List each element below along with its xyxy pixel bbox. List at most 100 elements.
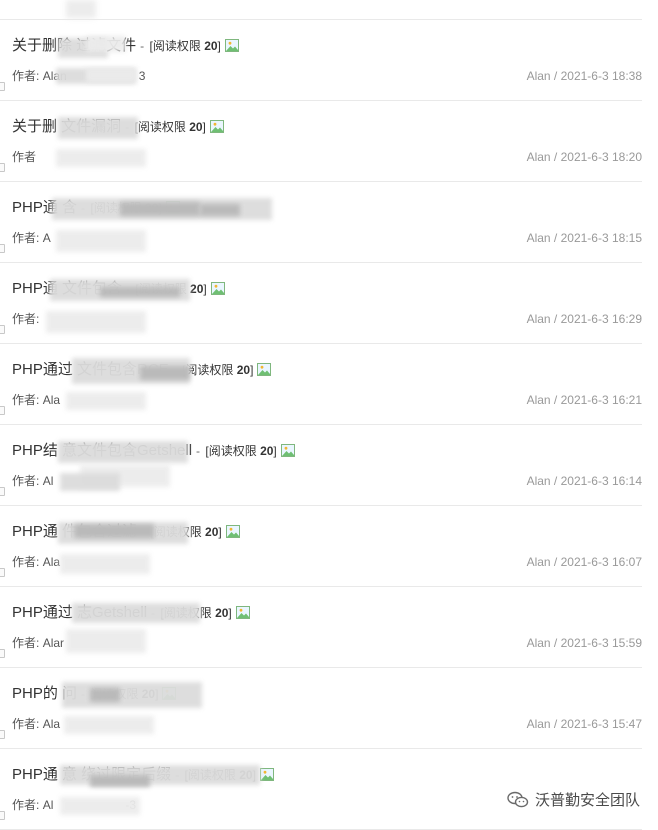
row-checkbox[interactable]	[0, 163, 5, 172]
thread-row: PHP通 含- [阅读权限 20]作者: AAlan / 2021-6-3 18…	[0, 182, 642, 263]
redacted-area	[66, 629, 146, 653]
title-separator: -	[196, 444, 201, 458]
last-post-info[interactable]: Alan / 2021-6-3 15:47	[527, 716, 642, 732]
perm-close: ]	[203, 282, 207, 296]
row-checkbox[interactable]	[0, 649, 5, 658]
redacted-area	[86, 68, 136, 82]
perm-value: 20	[189, 120, 203, 134]
redacted-area	[90, 775, 150, 787]
perm-label: [阅读权限	[182, 363, 237, 377]
image-attachment-icon	[225, 525, 240, 538]
row-checkbox[interactable]	[0, 730, 5, 739]
row-checkbox[interactable]	[0, 487, 5, 496]
redacted-area	[60, 797, 140, 815]
redacted-area	[60, 554, 150, 574]
thread-row: PHP通 文件包含- [阅读权限 20]作者: Alan / 2021-6-3 …	[0, 263, 642, 344]
row-checkbox[interactable]	[0, 811, 5, 820]
redacted-area	[64, 716, 154, 734]
author-name[interactable]: Ala	[43, 717, 60, 731]
row-checkbox[interactable]	[0, 244, 5, 253]
image-attachment-icon	[210, 282, 225, 295]
thread-row: 关于删除 过滤文件- [阅读权限 20]作者: Alan3Alan / 2021…	[0, 20, 642, 101]
redacted-area	[72, 603, 200, 623]
perm-close: ]	[218, 525, 222, 539]
perm-close: ]	[228, 606, 232, 620]
redacted-area	[90, 688, 120, 702]
title-separator: -	[140, 39, 145, 53]
perm-value: 20	[205, 525, 219, 539]
redacted-area	[66, 0, 96, 18]
row-checkbox[interactable]	[0, 325, 5, 334]
perm-value: 20	[215, 606, 229, 620]
author-label: 作者:	[12, 474, 40, 488]
thread-row: PHP通 件包含过滤- [阅读权限 20]作者: AlaAlan / 2021-…	[0, 506, 642, 587]
perm-close: ]	[202, 120, 206, 134]
image-attachment-icon	[280, 444, 295, 457]
row-checkbox[interactable]	[0, 406, 5, 415]
author-name[interactable]: Ala	[43, 393, 60, 407]
thread-row: PHP通过 文件包含RCE- [阅读权限 20]作者: AlaAlan / 20…	[0, 344, 642, 425]
row-checkbox[interactable]	[0, 568, 5, 577]
author-label: 作者:	[12, 231, 40, 245]
last-post-info[interactable]: Alan / 2021-6-3 18:15	[527, 230, 642, 246]
redacted-area	[58, 441, 188, 463]
last-post-info[interactable]: Alan / 2021-6-3 15:59	[527, 635, 642, 651]
image-attachment-icon	[235, 606, 250, 619]
thread-row: PHP结 意文件包含Getshell- [阅读权限 20]作者: AlAlan …	[0, 425, 642, 506]
author-name[interactable]: Alar	[43, 636, 64, 650]
perm-value: 20	[260, 444, 274, 458]
row-checkbox[interactable]	[0, 82, 5, 91]
last-post-info[interactable]: Alan / 2021-6-3 16:29	[527, 311, 642, 327]
thread-row: PHP通过 志Getshell- [阅读权限 20]作者: AlarAlan /…	[0, 587, 642, 668]
author-name[interactable]: Al	[43, 474, 54, 488]
author-label: 作者	[12, 150, 37, 164]
read-permission-tag: [阅读权限 20]	[202, 444, 277, 458]
last-post-info[interactable]: Alan / 2021-6-3 16:07	[527, 554, 642, 570]
redacted-area	[66, 392, 146, 410]
author-label: 作者:	[12, 312, 40, 326]
thread-row: PHP的 问- 阅读权限 20]作者: AlaAlan / 2021-6-3 1…	[0, 668, 642, 749]
last-post-info[interactable]: Alan / 2021-6-3 18:20	[527, 149, 642, 165]
read-permission-tag: [阅读权限 20]	[146, 39, 221, 53]
image-attachment-icon	[259, 768, 274, 781]
perm-value: 20	[204, 39, 218, 53]
author-label: 作者:	[12, 69, 40, 83]
author-name[interactable]: A	[43, 231, 51, 245]
perm-label: [阅读权限	[134, 120, 190, 134]
redacted-area	[120, 202, 200, 216]
author-label: 作者:	[12, 717, 40, 731]
author-label: 作者:	[12, 555, 40, 569]
last-post-info[interactable]: Alan / 2021-6-3 16:21	[527, 392, 642, 408]
redacted-area	[74, 524, 154, 538]
redacted-area	[86, 36, 126, 52]
author-label: 作者:	[12, 636, 40, 650]
author-extra: 3	[138, 69, 146, 83]
wechat-icon	[507, 791, 529, 809]
perm-label: [阅读权限	[205, 444, 261, 458]
perm-close: ]	[273, 444, 277, 458]
watermark-text: 沃普勤安全团队	[534, 792, 640, 809]
image-attachment-icon	[209, 120, 224, 133]
perm-label: [阅读权限	[149, 39, 205, 53]
thread-row: 关于删 文件漏洞- [阅读权限 20]作者 Alan / 2021-6-3 18…	[0, 101, 642, 182]
thread-list: 关于删除 过滤文件- [阅读权限 20]作者: Alan3Alan / 2021…	[0, 20, 642, 830]
read-permission-tag: [阅读权限 20]	[131, 120, 206, 134]
redacted-area	[46, 311, 146, 333]
redacted-area	[140, 366, 190, 380]
redacted-area	[60, 473, 120, 491]
perm-close: ]	[250, 363, 254, 377]
redacted-area	[200, 204, 240, 216]
author-name[interactable]: Al	[43, 798, 54, 812]
redacted-area	[56, 230, 146, 252]
image-attachment-icon	[224, 39, 239, 52]
last-post-info[interactable]: Alan / 2021-6-3 16:14	[527, 473, 642, 489]
author-name[interactable]: Ala	[43, 555, 60, 569]
last-post-info[interactable]: Alan / 2021-6-3 18:38	[527, 68, 642, 84]
author-label: 作者:	[12, 393, 40, 407]
author-label: 作者:	[12, 798, 40, 812]
perm-close: ]	[217, 39, 221, 53]
perm-value: 20	[236, 363, 251, 377]
redacted-area	[58, 117, 138, 139]
redacted-area	[62, 682, 202, 708]
watermark: 沃普勤安全团队	[502, 787, 644, 812]
